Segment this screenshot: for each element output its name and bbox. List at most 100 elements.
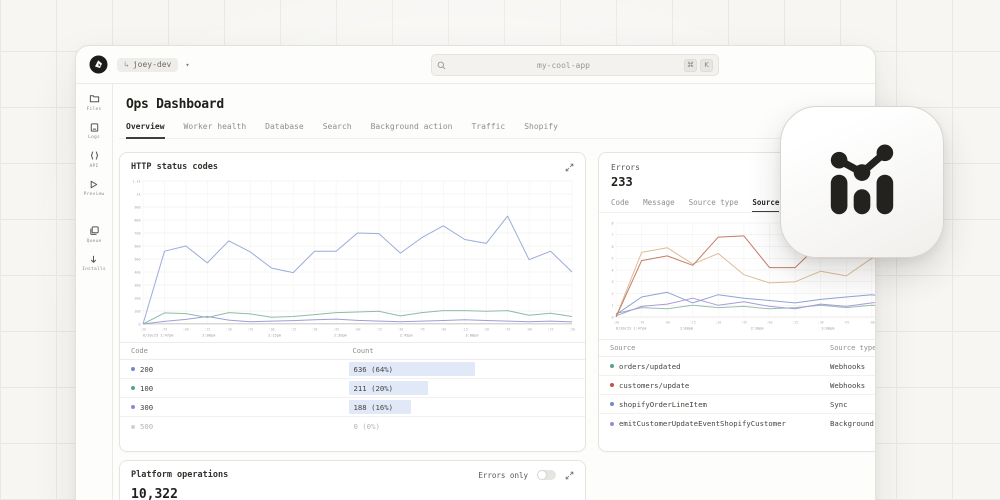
global-search-input[interactable]: my-cool-app ⌘ K [431,54,719,76]
svg-text:500: 500 [134,257,140,261]
status-code: 200 [140,364,154,374]
svg-text::30: :30 [569,328,575,332]
sidebar-item-label: Preview [83,192,105,197]
errors-tab-message[interactable]: Message [643,198,675,212]
search-icon [437,61,446,69]
kbd-cmd: ⌘ [684,58,697,72]
error-source-type: Background [830,419,874,428]
errors-table: Source Source type orders/updated Webhoo… [599,339,876,433]
tab-shopify[interactable]: Shopify [524,122,558,131]
status-code: 100 [140,383,154,393]
tab-worker-health[interactable]: Worker health [184,122,247,131]
tab-search[interactable]: Search [323,122,352,131]
main-content: Ops Dashboard Overview Worker health Dat… [113,84,875,500]
kbd-k: K [700,58,713,72]
table-row: 300 188 (16%) [120,398,585,417]
error-source-type: Sync [830,399,848,409]
svg-text::15: :15 [290,328,296,332]
svg-text::30: :30 [483,328,489,332]
svg-text::00: :00 [183,328,189,332]
svg-text:2:30pm: 2:30pm [334,334,347,338]
bar-line-chart-logo-icon [830,144,894,214]
svg-text::30: :30 [715,321,721,325]
sidebar-item-label: Queue [86,238,102,244]
count-value: 188 (16%) [353,402,394,412]
tab-overview[interactable]: Overview [126,122,165,139]
gadget-logo-icon[interactable] [89,55,108,74]
svg-text::30: :30 [140,328,146,332]
svg-text::30: :30 [312,328,318,332]
column-header-code: Code [131,347,148,355]
svg-text::00: :00 [664,321,670,325]
sidebar-item-preview[interactable]: Preview [83,179,105,197]
column-header-source-type: Source type [830,344,876,352]
svg-text::45: :45 [419,328,425,332]
series-dot [610,421,614,426]
svg-text::15: :15 [376,328,382,332]
sidebar-item-label: Files [86,106,102,112]
svg-text::15: :15 [792,321,798,325]
braces-icon [90,151,98,160]
search-placeholder: my-cool-app [537,60,590,70]
card-title: Platform operations [131,470,229,480]
svg-text:1.1k: 1.1k [132,179,140,183]
sidebar-item-files[interactable]: Files [87,93,102,112]
svg-text::15: :15 [462,328,468,332]
marketing-background: { "topbar": { "workspace_prefix": "↳", "… [0,0,1000,500]
tab-traffic[interactable]: Traffic [471,122,505,131]
svg-text::45: :45 [333,328,339,332]
svg-text:600: 600 [134,244,140,248]
svg-text:2:00pm: 2:00pm [202,334,215,338]
svg-text:900: 900 [134,205,140,209]
layers-icon [89,226,99,235]
error-source-type: Webhooks [830,361,866,371]
svg-text::30: :30 [398,328,404,332]
page-title: Ops Dashboard [126,97,224,112]
error-source: customers/update [619,380,690,390]
table-row: 500 0 (0%) [120,417,585,436]
card-title: HTTP status codes [131,162,218,172]
errors-only-toggle[interactable] [537,470,556,480]
svg-text::30: :30 [818,321,824,325]
play-icon [91,180,98,188]
errors-tab-source-type[interactable]: Source type [689,198,739,212]
svg-text::00: :00 [526,328,532,332]
tab-background-action[interactable]: Background action [371,122,453,131]
sidebar-item-queue[interactable]: Queue [87,225,102,244]
svg-text:2:00pm: 2:00pm [680,327,693,331]
errors-tab-code[interactable]: Code [611,198,629,212]
svg-text::45: :45 [843,321,849,325]
svg-text:6/20/23 1:47pm: 6/20/23 1:47pm [143,334,173,338]
sidebar-item-logs[interactable]: Logs [88,122,100,140]
errors-only-label: Errors only [478,470,528,480]
workspace-badge[interactable]: ↳ joey-dev [117,57,179,72]
tab-database[interactable]: Database [265,122,304,131]
svg-text:5: 5 [611,257,613,261]
svg-text:400: 400 [134,270,140,274]
svg-text:2: 2 [611,292,613,296]
expand-icon[interactable] [565,163,574,172]
svg-text::15: :15 [204,328,210,332]
chevron-down-icon[interactable]: ▾ [185,61,189,69]
svg-text:7: 7 [611,233,613,237]
sidebar-item-api[interactable]: API [89,150,100,169]
platform-operations-count: 10,322 [131,487,178,500]
sidebar-item-installs[interactable]: Installs [82,254,106,272]
count-value: 211 (20%) [353,383,394,393]
svg-text::00: :00 [869,321,875,325]
svg-text:0: 0 [611,315,613,319]
column-header-count: Count [352,347,374,355]
svg-text:6/20/23 1:47pm: 6/20/23 1:47pm [616,327,646,331]
table-row: emitCustomerUpdateEventShopifyCustomer B… [599,414,875,433]
svg-text::00: :00 [269,328,275,332]
svg-text:6: 6 [611,245,613,249]
expand-icon[interactable] [565,471,574,480]
errors-tab-source[interactable]: Source [752,198,780,212]
svg-text:8: 8 [611,221,613,225]
svg-text:700: 700 [134,231,140,235]
svg-text::00: :00 [440,328,446,332]
folder-icon [89,95,99,103]
logs-icon [90,122,98,132]
svg-text:200: 200 [134,296,140,300]
workspace-name: joey-dev [132,60,172,69]
